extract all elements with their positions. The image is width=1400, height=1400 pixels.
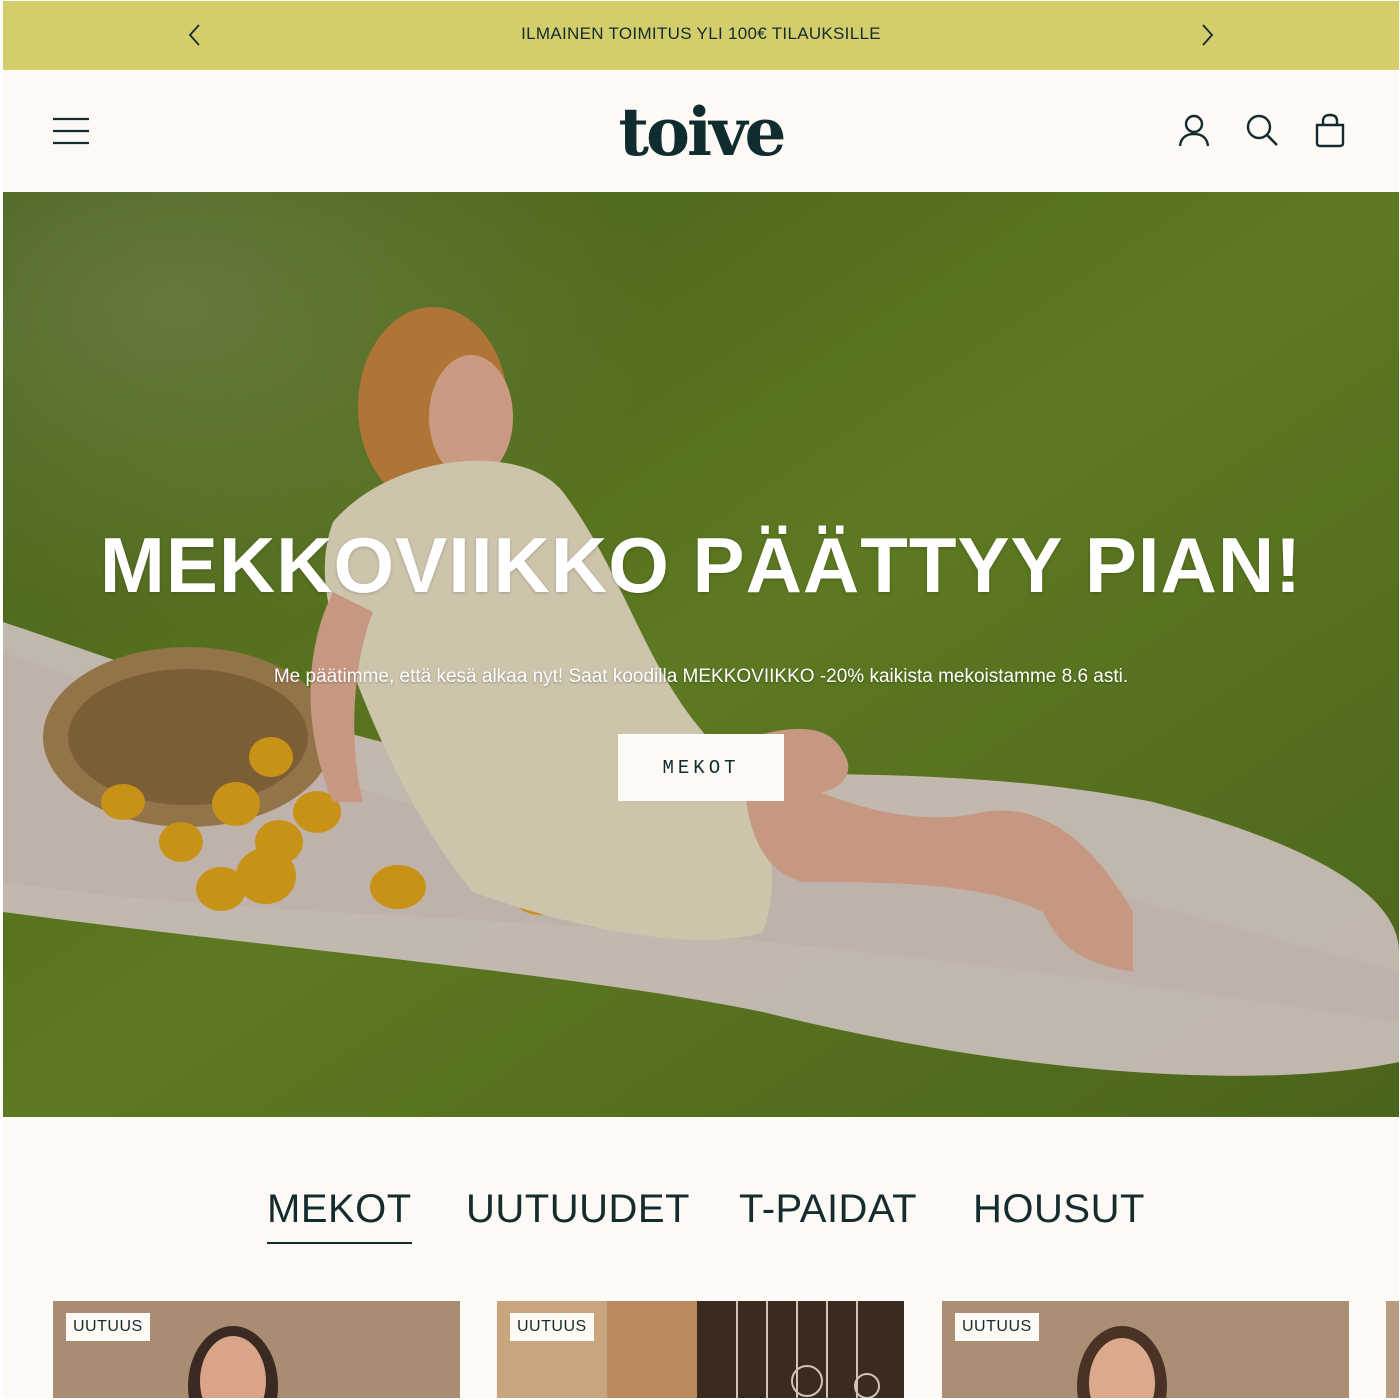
search-button[interactable] xyxy=(1244,112,1280,148)
tab-t-paidat[interactable]: T-PAIDAT xyxy=(739,1187,917,1232)
new-badge: UUTUUS xyxy=(955,1313,1039,1341)
site-logo[interactable]: toive xyxy=(601,92,801,172)
hamburger-menu-icon xyxy=(53,117,89,145)
hero-banner: MEKKOVIIKKO PÄÄTTYY PIAN! Me päätimme, e… xyxy=(3,192,1399,1117)
new-badge: UUTUUS xyxy=(510,1313,594,1341)
account-icon xyxy=(1178,114,1210,147)
product-card[interactable]: UUTUUS xyxy=(942,1301,1349,1398)
product-card[interactable]: UUTUUS xyxy=(497,1301,904,1398)
hero-title: MEKKOVIIKKO PÄÄTTYY PIAN! xyxy=(99,521,1303,609)
search-icon xyxy=(1246,114,1278,146)
product-card[interactable]: UUTUUS xyxy=(53,1301,460,1398)
cart-button[interactable] xyxy=(1312,112,1348,148)
hero-subtitle: Me päätimme, että kesä alkaa nyt! Saat k… xyxy=(273,666,1129,687)
product-grid: UUTUUS UUTUUS UUTUUS xyxy=(3,1301,1399,1398)
announcement-bar: ILMAINEN TOIMITUS YLI 100€ TILAUKSILLE xyxy=(3,1,1399,70)
hero-cta-button[interactable]: MEKOT xyxy=(618,734,784,801)
tab-housut[interactable]: HOUSUT xyxy=(973,1187,1145,1232)
announcement-next-button[interactable] xyxy=(1193,21,1221,49)
site-header: toive xyxy=(3,70,1399,192)
shopping-bag-icon xyxy=(1315,113,1345,148)
announcement-text: ILMAINEN TOIMITUS YLI 100€ TILAUKSILLE xyxy=(521,24,881,43)
menu-button[interactable] xyxy=(51,114,91,146)
tab-uutuudet[interactable]: UUTUUDET xyxy=(466,1187,690,1232)
hero-image xyxy=(3,192,1399,1117)
new-badge: UUTUUS xyxy=(66,1313,150,1341)
tab-mekot[interactable]: MEKOT xyxy=(267,1187,412,1244)
category-tabs: MEKOT UUTUUDET T-PAIDAT HOUSUT xyxy=(3,1117,1399,1267)
account-button[interactable] xyxy=(1176,112,1212,148)
page: ILMAINEN TOIMITUS YLI 100€ TILAUKSILLE t… xyxy=(3,1,1399,1398)
chevron-right-icon xyxy=(1202,24,1214,46)
product-card-partial[interactable] xyxy=(1386,1301,1399,1398)
